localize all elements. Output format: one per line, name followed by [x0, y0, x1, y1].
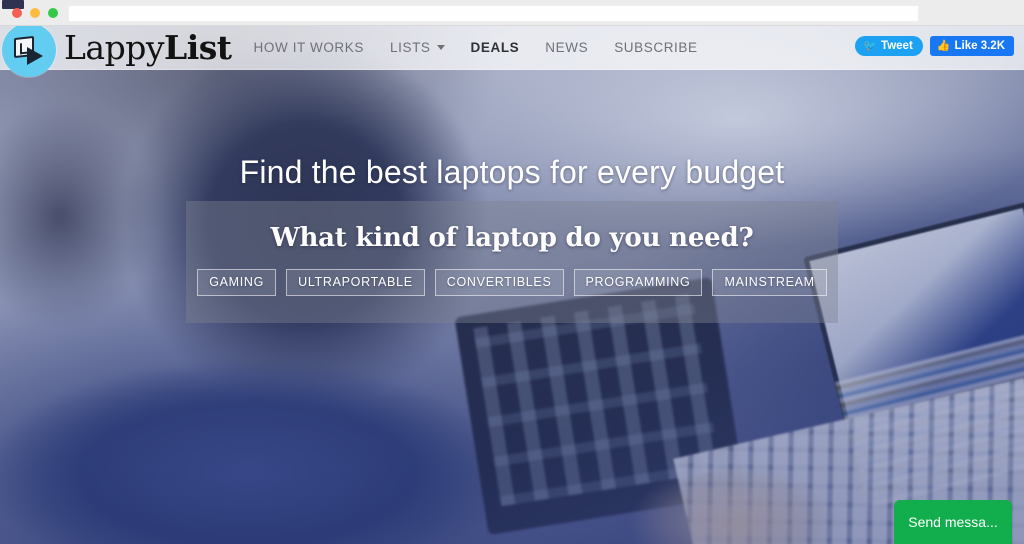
- brand-name-bold: List: [163, 28, 232, 67]
- nav-label-how-it-works: HOW IT WORKS: [253, 40, 364, 55]
- close-window-button[interactable]: [12, 8, 22, 18]
- chevron-down-icon: [436, 45, 445, 50]
- category-button-convertibles[interactable]: CONVERTIBLES: [434, 269, 564, 296]
- window-traffic-lights: [12, 8, 58, 18]
- twitter-bird-icon: 🐦: [863, 39, 878, 52]
- hero-title: Find the best laptops for every budget: [239, 154, 785, 190]
- nav-item-how-it-works[interactable]: HOW IT WORKS: [254, 40, 364, 55]
- social-buttons: 🐦 Tweet 👍 Like 3.2K: [855, 36, 1014, 56]
- laptop-chooser-panel: What kind of laptop do you need? GAMING …: [186, 201, 838, 323]
- nav-item-subscribe[interactable]: SUBSCRIBE: [614, 40, 697, 55]
- brand-logo[interactable]: LappyList: [0, 26, 232, 77]
- tweet-button[interactable]: 🐦 Tweet: [855, 36, 923, 56]
- hero-section: LappyList HOW IT WORKS LISTS DEALS NEWS …: [0, 26, 1024, 544]
- category-button-gaming[interactable]: GAMING: [197, 269, 277, 296]
- minimize-window-button[interactable]: [30, 8, 40, 18]
- laptop-play-logo-icon: [2, 26, 56, 77]
- nav-label-subscribe: SUBSCRIBE: [614, 40, 698, 55]
- nav-label-deals: DEALS: [470, 40, 520, 55]
- nav-label-lists: LISTS: [390, 40, 431, 55]
- category-button-group: GAMING ULTRAPORTABLE CONVERTIBLES PROGRA…: [197, 269, 827, 296]
- nav-label-news: NEWS: [545, 40, 589, 55]
- site-header: LappyList HOW IT WORKS LISTS DEALS NEWS …: [0, 26, 1024, 77]
- thumbs-up-icon: 👍: [936, 39, 951, 52]
- logo-play-triangle: [27, 46, 43, 65]
- address-bar[interactable]: [68, 5, 919, 22]
- page-root: LappyList HOW IT WORKS LISTS DEALS NEWS …: [0, 0, 1024, 544]
- category-button-programming[interactable]: PROGRAMMING: [573, 269, 703, 296]
- facebook-like-button[interactable]: 👍 Like 3.2K: [929, 36, 1014, 56]
- brand-name: LappyList: [64, 31, 232, 64]
- panel-question: What kind of laptop do you need?: [270, 223, 754, 253]
- main-navigation: HOW IT WORKS LISTS DEALS NEWS SUBSCRIBE: [254, 40, 698, 55]
- like-button-label: Like 3.2K: [954, 40, 1006, 52]
- category-button-mainstream[interactable]: MAINSTREAM: [712, 269, 827, 296]
- logo-mark: [12, 35, 46, 65]
- browser-chrome: [0, 0, 1024, 26]
- tweet-button-label: Tweet: [881, 40, 913, 52]
- nav-item-lists[interactable]: LISTS: [390, 40, 445, 55]
- send-message-chat-button[interactable]: Send messa...: [894, 500, 1012, 544]
- maximize-window-button[interactable]: [48, 8, 58, 18]
- nav-item-news[interactable]: NEWS: [545, 40, 588, 55]
- nav-item-deals[interactable]: DEALS: [471, 40, 520, 55]
- brand-name-light: Lappy: [64, 28, 164, 67]
- category-button-ultraportable[interactable]: ULTRAPORTABLE: [286, 269, 425, 296]
